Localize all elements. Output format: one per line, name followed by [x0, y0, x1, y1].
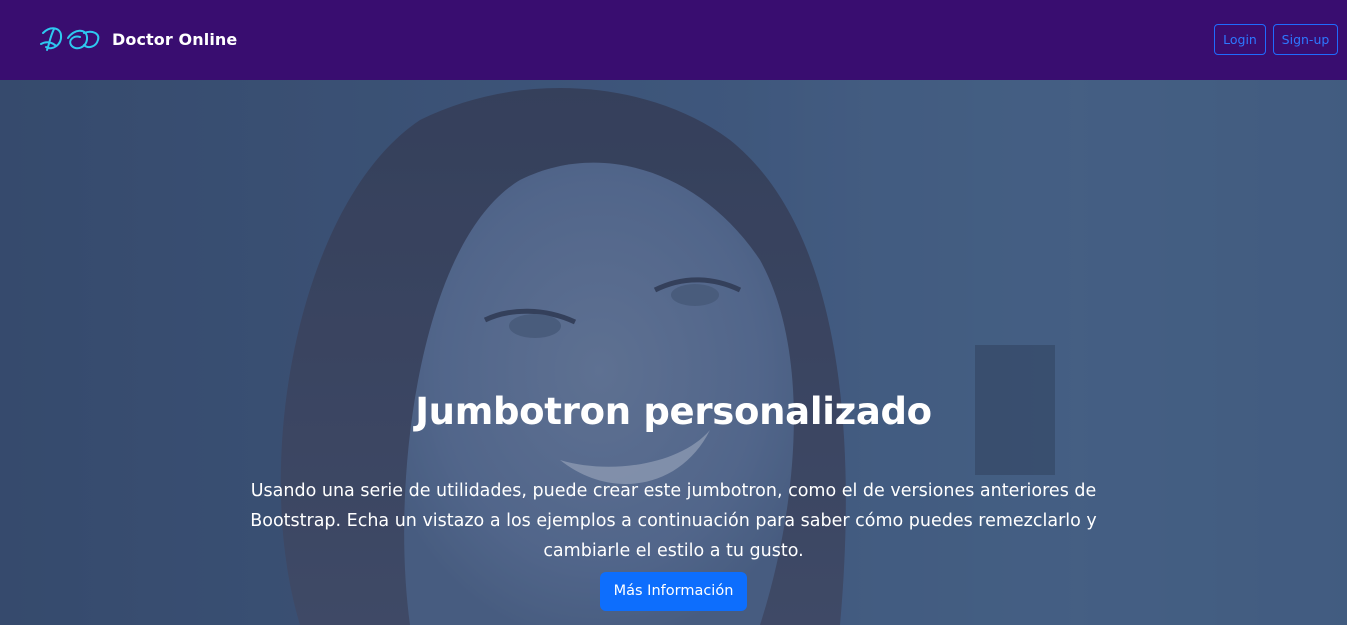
navbar: Doctor Online Login Sign-up: [0, 0, 1347, 80]
more-info-button[interactable]: Más Información: [600, 572, 747, 611]
brand-name: Doctor Online: [112, 29, 238, 49]
jumbotron-hero: Jumbotron personalizado Usando una serie…: [0, 80, 1347, 625]
hero-title: Jumbotron personalizado: [415, 390, 932, 433]
signup-button[interactable]: Sign-up: [1273, 24, 1338, 55]
hero-description: Usando una serie de utilidades, puede cr…: [250, 481, 1097, 561]
do-logo-icon: [40, 27, 100, 51]
brand-link[interactable]: Doctor Online: [40, 22, 237, 56]
login-button[interactable]: Login: [1214, 24, 1266, 55]
